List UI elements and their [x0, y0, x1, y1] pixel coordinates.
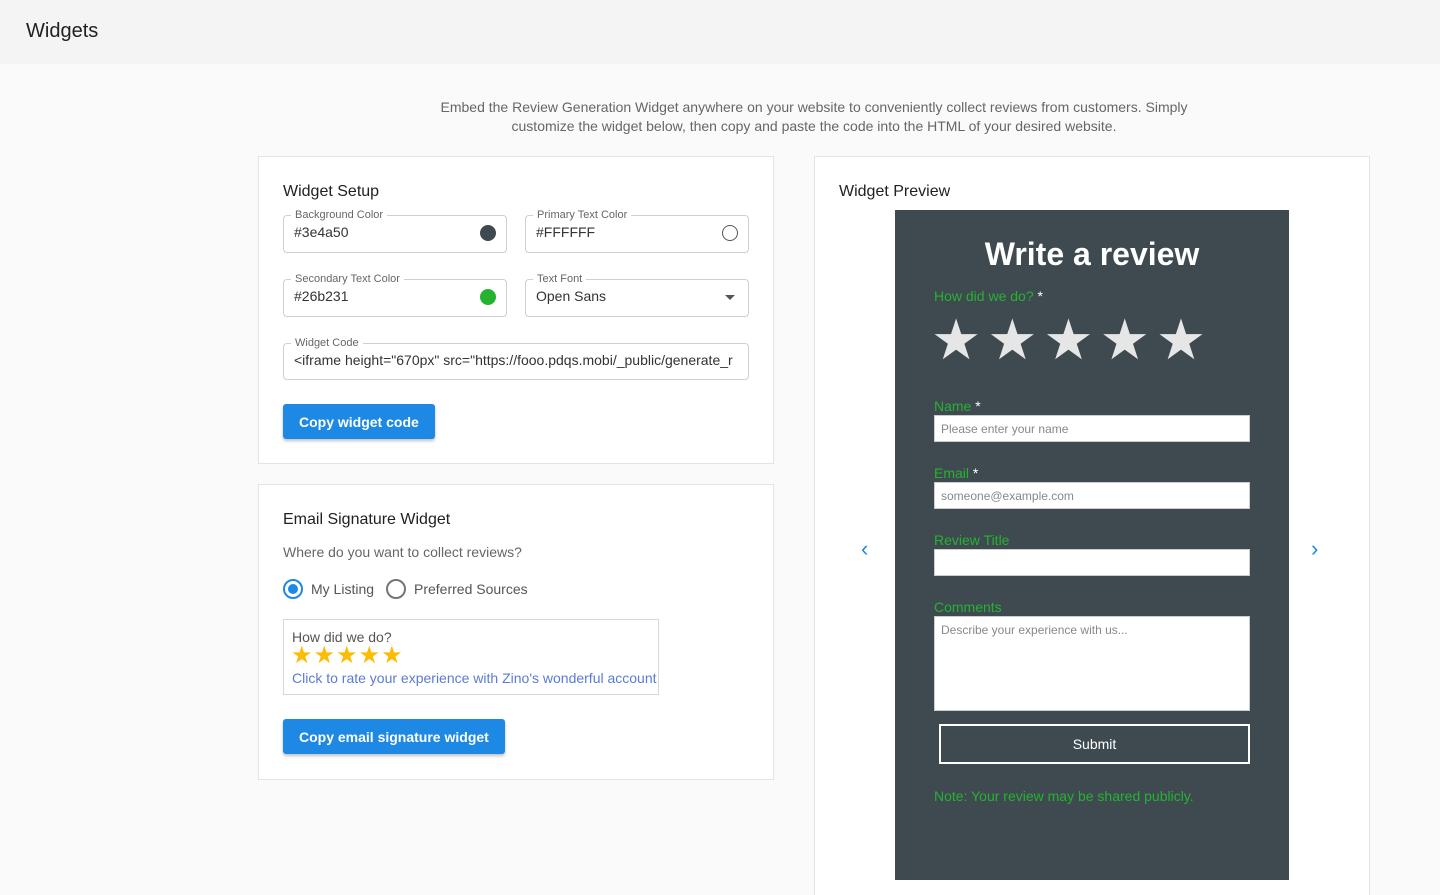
chevron-down-icon — [725, 295, 735, 300]
intro-text: Embed the Review Generation Widget anywh… — [440, 99, 1188, 134]
primary-text-color-label: Primary Text Color — [533, 208, 632, 222]
radio-preferred-sources-label[interactable]: Preferred Sources — [414, 581, 528, 597]
name-input[interactable]: Please enter your name — [934, 415, 1250, 442]
star-icon: ★★★★★ — [291, 642, 404, 669]
name-label: Name * — [934, 398, 981, 414]
widget-preview-card: Widget Preview ‹ › Write a review How di… — [814, 156, 1370, 895]
background-color-field[interactable]: Background Color #3e4a50 — [283, 208, 507, 253]
text-font-value: Open Sans — [536, 288, 607, 304]
email-input[interactable]: someone@example.com — [934, 482, 1250, 509]
background-color-label: Background Color — [291, 208, 388, 222]
primary-text-color-swatch[interactable] — [722, 225, 738, 241]
email-signature-title: Email Signature Widget — [283, 511, 451, 528]
top-bar: Widgets — [0, 0, 1440, 64]
signature-rate-link[interactable]: Click to rate your experience with Zino'… — [292, 670, 657, 686]
signature-preview: How did we do? ★★★★★ Click to rate your … — [283, 619, 659, 695]
rating-label-text: How did we do? — [934, 288, 1034, 304]
comments-textarea[interactable]: Describe your experience with us... — [934, 616, 1250, 711]
name-label-text: Name — [934, 398, 972, 414]
public-note: Note: Your review may be shared publicly… — [934, 788, 1194, 804]
preview-heading: Write a review — [984, 236, 1200, 272]
chevron-right-icon[interactable]: › — [1311, 538, 1318, 560]
collect-question: Where do you want to collect reviews? — [283, 544, 522, 560]
review-title-input[interactable] — [934, 549, 1250, 576]
required-mark: * — [1037, 288, 1043, 304]
radio-my-listing[interactable] — [283, 579, 303, 599]
widget-setup-card: Widget Setup Background Color #3e4a50 Pr… — [258, 156, 774, 464]
secondary-text-color-value: #26b231 — [294, 288, 349, 304]
email-label-text: Email — [934, 465, 970, 481]
primary-text-color-field[interactable]: Primary Text Color #FFFFFF — [525, 208, 749, 253]
widget-code-value: <iframe height="670px" src="https://fooo… — [294, 352, 733, 368]
review-widget-preview: Write a review How did we do? * ★★★★★ Na… — [895, 210, 1289, 880]
text-font-label: Text Font — [533, 272, 587, 286]
comments-label: Comments — [934, 599, 1002, 615]
star-icon[interactable]: ★★★★★ — [931, 310, 1212, 370]
required-mark: * — [972, 465, 979, 481]
primary-text-color-value: #FFFFFF — [536, 224, 596, 240]
widget-code-label: Widget Code — [291, 336, 363, 350]
radio-my-listing-label[interactable]: My Listing — [311, 581, 374, 597]
secondary-text-color-field[interactable]: Secondary Text Color #26b231 — [283, 272, 507, 317]
chevron-left-icon[interactable]: ‹ — [861, 538, 868, 560]
page-title: Widgets — [26, 20, 99, 42]
email-signature-card: Email Signature Widget Where do you want… — [258, 484, 774, 780]
copy-email-signature-button[interactable]: Copy email signature widget — [283, 719, 505, 754]
required-mark: * — [975, 398, 981, 414]
email-label: Email * — [934, 465, 978, 481]
widget-code-field[interactable]: Widget Code <iframe height="670px" src="… — [283, 336, 749, 380]
widget-setup-title: Widget Setup — [283, 183, 380, 200]
review-title-label: Review Title — [934, 532, 1010, 548]
text-font-select[interactable]: Text Font Open Sans — [525, 272, 749, 317]
widget-preview-title: Widget Preview — [839, 183, 951, 200]
secondary-text-color-label: Secondary Text Color — [291, 272, 404, 286]
submit-button[interactable]: Submit — [939, 724, 1250, 764]
copy-widget-code-button[interactable]: Copy widget code — [283, 404, 435, 439]
rating-label: How did we do? * — [934, 288, 1043, 304]
background-color-swatch[interactable] — [480, 225, 496, 241]
secondary-text-color-swatch[interactable] — [480, 289, 496, 305]
background-color-value: #3e4a50 — [294, 224, 349, 240]
radio-preferred-sources[interactable] — [386, 579, 406, 599]
